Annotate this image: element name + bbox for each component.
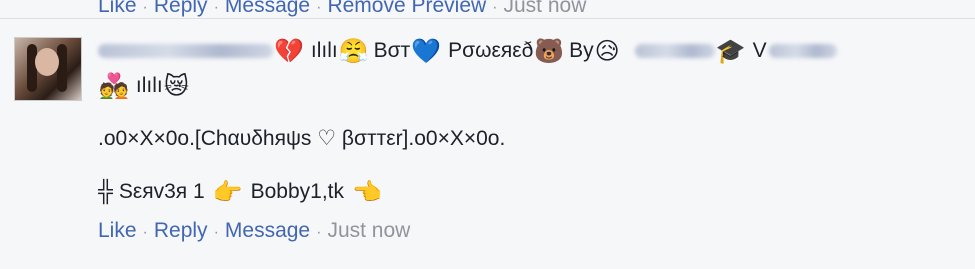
- avatar[interactable]: [14, 37, 82, 101]
- broken-heart-icon: 💔: [274, 37, 304, 65]
- comment-body-text: .o0×X×0o.[Chαυδhяψs ♡ βσттεr].o0×X×0o.: [98, 127, 506, 150]
- box-symbol: ╬: [98, 180, 113, 203]
- sad-face-icon: 😥: [594, 37, 620, 65]
- point-left-icon: 👈: [352, 178, 382, 206]
- separator-dot: ·: [142, 224, 148, 241]
- point-right-icon: 👉: [212, 178, 243, 206]
- separator-dot: ·: [316, 224, 322, 241]
- comment-line-1: 💔 ılılı 😤 Bσт 💙 Pσωεяεð 🐻 Bу 😥 🎓 V: [98, 36, 837, 66]
- separator-dot: ·: [316, 0, 322, 16]
- timestamp-previous[interactable]: Just now: [504, 0, 587, 17]
- message-link-previous[interactable]: Message: [225, 0, 310, 17]
- couple-heart-icon: 💑: [99, 72, 129, 100]
- separator-dot: ·: [492, 0, 498, 16]
- by-word: Bу: [569, 39, 594, 62]
- bars-text: ılılı: [310, 39, 338, 62]
- powered-word: Pσωεяεð: [448, 39, 534, 62]
- reply-link-previous[interactable]: Reply: [154, 0, 208, 17]
- comment-actions: Like · Reply · Message · Just now: [98, 219, 410, 243]
- like-link-previous[interactable]: Like: [98, 0, 137, 17]
- separator-dot: ·: [213, 0, 219, 16]
- bear-icon: 🐻: [534, 37, 565, 65]
- previous-comment-actions: Like · Reply · Message · Remove Preview · Just n…: [98, 0, 586, 18]
- blurred-name-part: [768, 44, 837, 58]
- reply-link[interactable]: Reply: [154, 219, 208, 242]
- crying-cat-icon: 😿: [163, 72, 189, 100]
- bot-name-text: Bobby1,tk: [250, 180, 344, 203]
- message-link[interactable]: Message: [225, 219, 310, 242]
- avatar-face: [35, 48, 59, 76]
- graduation-cap-icon: 🎓: [715, 37, 746, 65]
- comment-line-4: ╬ Sεяv3я 1 👉 Bobby1,tk 👈: [98, 176, 383, 208]
- remove-preview-link[interactable]: Remove Preview: [327, 0, 486, 17]
- letter-v: V: [752, 39, 767, 62]
- blurred-name-part: [634, 44, 715, 58]
- blurred-author-name[interactable]: [98, 44, 273, 58]
- bot-word: Bσт: [373, 39, 411, 62]
- separator-dot: ·: [213, 224, 219, 241]
- persevering-face-icon: 😤: [338, 37, 369, 65]
- bars-text: ılılı: [135, 74, 163, 97]
- separator-dot: ·: [142, 0, 148, 16]
- comment-line-2: 💑 ılılı 😿: [98, 70, 190, 102]
- server-text: Sεяv3я 1: [118, 180, 205, 203]
- timestamp[interactable]: Just now: [327, 219, 410, 242]
- divider: [0, 18, 975, 19]
- like-link[interactable]: Like: [98, 219, 137, 242]
- blue-heart-icon: 💙: [411, 37, 442, 65]
- avatar-hair: [57, 44, 67, 92]
